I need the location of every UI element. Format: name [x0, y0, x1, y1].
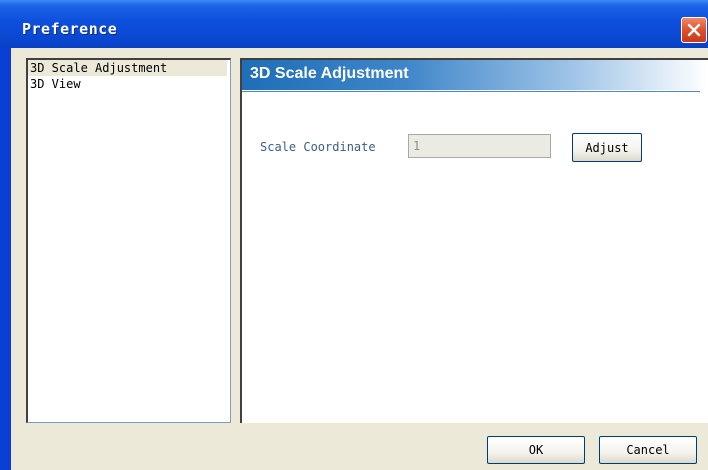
tree-item-3d-scale-adjustment[interactable]: 3D Scale Adjustment — [28, 60, 227, 76]
close-icon — [687, 23, 701, 37]
panel-header: 3D Scale Adjustment — [242, 60, 708, 90]
preference-dialog: Preference 3D Scale Adjustment 3D View 3… — [0, 0, 708, 470]
title-bar[interactable]: Preference — [0, 0, 708, 48]
adjust-button[interactable]: Adjust — [572, 133, 642, 162]
panel-title: 3D Scale Adjustment — [250, 65, 409, 82]
cancel-button[interactable]: Cancel — [599, 436, 697, 464]
settings-panel: 3D Scale Adjustment Scale Coordinate Adj… — [240, 58, 708, 423]
close-button[interactable] — [681, 17, 707, 43]
scale-coordinate-label: Scale Coordinate — [260, 140, 376, 154]
scale-coordinate-input[interactable] — [408, 134, 551, 158]
ok-button[interactable]: OK — [487, 436, 585, 464]
preference-tree[interactable]: 3D Scale Adjustment 3D View — [26, 58, 231, 423]
dialog-client-area: 3D Scale Adjustment 3D View 3D Scale Adj… — [11, 48, 708, 470]
tree-item-3d-view[interactable]: 3D View — [28, 76, 83, 92]
window-title: Preference — [22, 20, 118, 38]
panel-divider — [242, 91, 700, 92]
